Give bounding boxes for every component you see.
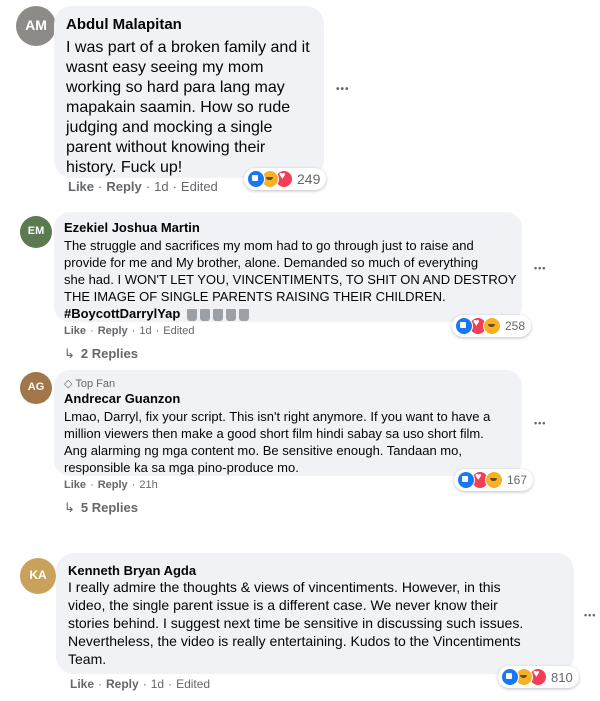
reply-button[interactable]: Reply: [106, 677, 139, 691]
hashtag-line: #BoycottDarrylYap: [64, 306, 249, 321]
trash-icon: [225, 308, 236, 321]
more-options-button[interactable]: •••: [336, 84, 350, 95]
trash-icon: [212, 308, 223, 321]
reply-arrow-icon: ↳: [64, 346, 75, 361]
reply-button[interactable]: Reply: [106, 179, 141, 194]
comment-author[interactable]: Andrecar Guanzon: [64, 391, 180, 406]
comment-time[interactable]: 1d: [139, 325, 151, 337]
more-options-button[interactable]: •••: [534, 418, 546, 428]
more-options-button[interactable]: •••: [534, 263, 546, 273]
reaction-summary[interactable]: 810: [498, 666, 579, 688]
sad-icon: [483, 317, 501, 335]
badge-label: Top Fan: [75, 378, 116, 390]
replies-label: 5 Replies: [80, 500, 138, 515]
view-replies-link[interactable]: ↳ 2 Replies: [64, 346, 138, 362]
avatar-initials: AG: [27, 381, 45, 393]
comment-bubble: ◇ Top Fan Andrecar Guanzon Lmao, Darryl,…: [54, 370, 522, 476]
hashtag-link[interactable]: #BoycottDarrylYap: [64, 306, 180, 321]
comment-actions: Like · Reply · 21h: [64, 479, 158, 491]
trash-icon: [199, 308, 210, 321]
avatar[interactable]: AG: [20, 372, 52, 404]
replies-label: 2 Replies: [80, 346, 138, 361]
diamond-icon: ◇: [64, 378, 73, 390]
like-icon: [457, 471, 475, 489]
edited-label: Edited: [163, 325, 195, 337]
comment-bubble: Kenneth Bryan Agda I really admire the t…: [56, 553, 574, 674]
reaction-count: 167: [507, 473, 528, 487]
reaction-summary[interactable]: 167: [454, 469, 534, 491]
reaction-count: 249: [297, 171, 321, 187]
avatar[interactable]: EM: [20, 216, 52, 248]
like-button[interactable]: Like: [64, 479, 86, 491]
comment-text: The struggle and sacrifices my mom had t…: [64, 238, 517, 304]
comment-bubble: Abdul Malapitan I was part of a broken f…: [54, 6, 324, 178]
avatar-initials: AM: [25, 17, 47, 33]
avatar[interactable]: KA: [20, 558, 56, 594]
reaction-summary[interactable]: 258: [452, 315, 532, 337]
view-replies-link[interactable]: ↳ 5 Replies: [64, 500, 138, 516]
trash-icon: [186, 308, 197, 321]
like-icon: [247, 170, 265, 188]
comment-author[interactable]: Abdul Malapitan: [66, 16, 182, 33]
comment-actions: Like · Reply · 1d · Edited: [64, 325, 195, 337]
trash-icon: [238, 308, 249, 321]
haha-icon: [485, 471, 503, 489]
comment-time[interactable]: 21h: [139, 479, 157, 491]
reply-button[interactable]: Reply: [98, 479, 128, 491]
comment-author[interactable]: Ezekiel Joshua Martin: [64, 220, 200, 235]
more-options-button[interactable]: •••: [584, 610, 596, 620]
like-button[interactable]: Like: [64, 325, 86, 337]
comment-bubble: Ezekiel Joshua Martin The struggle and s…: [54, 212, 522, 322]
like-button[interactable]: Like: [70, 677, 94, 691]
avatar-initials: KA: [29, 568, 47, 582]
reaction-count: 810: [551, 669, 573, 685]
comment-time[interactable]: 1d: [151, 677, 164, 691]
comment-time[interactable]: 1d: [154, 179, 168, 194]
top-fan-badge: ◇ Top Fan: [64, 377, 115, 390]
reply-button[interactable]: Reply: [98, 325, 128, 337]
comment-actions: Like · Reply · 1d · Edited: [70, 677, 211, 691]
edited-label: Edited: [180, 179, 218, 194]
reaction-summary[interactable]: 249: [244, 168, 327, 190]
avatar-initials: EM: [27, 225, 45, 237]
comment-actions: Like · Reply · 1d · Edited: [68, 179, 218, 194]
comment-author[interactable]: Kenneth Bryan Agda: [68, 563, 196, 578]
like-button[interactable]: Like: [68, 179, 94, 194]
like-icon: [501, 668, 519, 686]
comment-text: Lmao, Darryl, fix your script. This isn'…: [64, 409, 491, 475]
reply-arrow-icon: ↳: [64, 500, 75, 515]
like-icon: [455, 317, 473, 335]
edited-label: Edited: [176, 677, 211, 691]
reaction-count: 258: [505, 319, 526, 333]
comment-text: I was part of a broken family and it was…: [66, 39, 310, 176]
comment-text: I really admire the thoughts & views of …: [68, 579, 524, 667]
avatar[interactable]: AM: [16, 6, 56, 46]
